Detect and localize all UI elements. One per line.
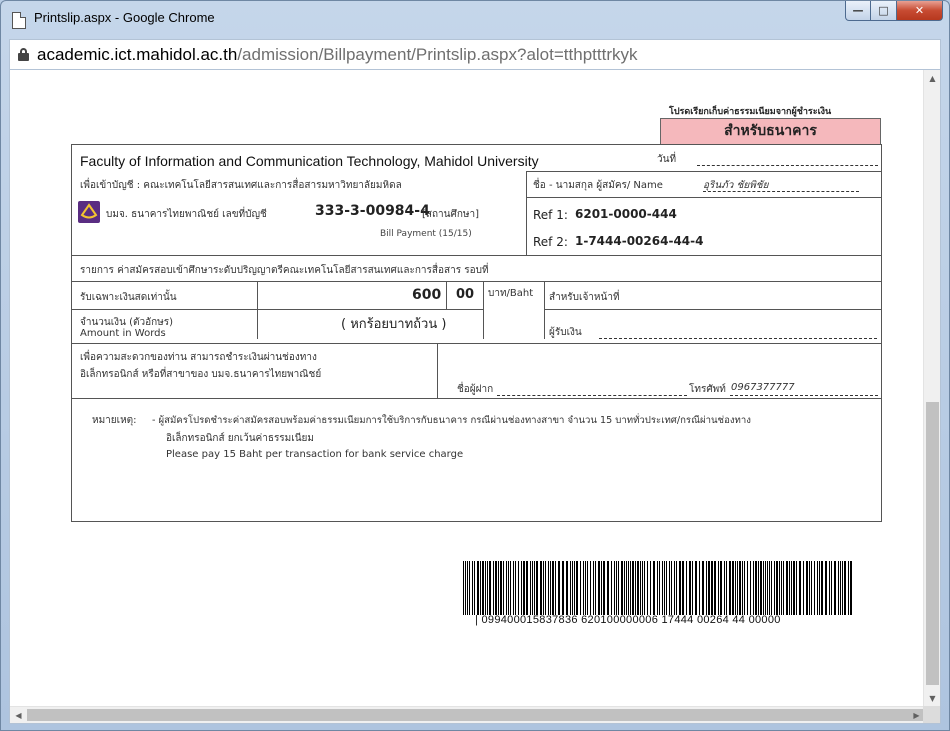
vertical-scroll-thumb[interactable] (926, 402, 939, 685)
close-icon: ✕ (914, 4, 925, 17)
account-number: 333-3-00984-4 (315, 203, 430, 219)
row-line-3a (72, 309, 483, 310)
scrollbar-corner (923, 706, 940, 723)
officer-label: สำหรับเจ้าหน้าที่ (549, 292, 620, 303)
convenience-line1: เพื่อความสะดวกของท่าน สามารถชำระเงินผ่าน… (80, 352, 317, 363)
bank-copy-label: สำหรับธนาคาร (660, 118, 881, 145)
phone-line (730, 395, 878, 396)
depositor-label: ชื่อผู้ฝาก (457, 384, 494, 395)
account-for: เพื่อเข้าบัญชี : คณะเทคโนโลยีสารสนเทศและ… (80, 180, 402, 191)
convenience-line2: อิเล็กทรอนิกส์ หรือที่สาขาของ บมจ.ธนาคาร… (80, 369, 322, 380)
remark-line1: - ผู้สมัครโปรดชำระค่าสมัครสอบพร้อมค่าธรร… (152, 415, 751, 426)
depositor-line (497, 395, 687, 396)
title-bar[interactable]: Printslip.aspx - Google Chrome — □ ✕ (1, 1, 949, 39)
remark-line3: Please pay 15 Baht per transaction for b… (166, 449, 464, 460)
barcode-icon (461, 561, 857, 615)
fee-notice: โปรดเรียกเก็บค่าธรรมเนียมจากผู้ชำระเงิน (669, 107, 832, 117)
ref1-value: 6201-0000-444 (575, 207, 677, 221)
receiver-line (599, 338, 877, 339)
info-divider (526, 171, 527, 255)
url-text[interactable]: academic.ict.mahidol.ac.th/admission/Bil… (37, 45, 637, 65)
minimize-icon: — (852, 4, 864, 17)
account-type: [สถานศึกษา] (422, 209, 480, 220)
date-label: วันที่ (657, 154, 677, 165)
item-description: รายการ ค่าสมัครสอบเข้าศึกษาระดับปริญญาตร… (80, 265, 489, 276)
cash-only: รับเฉพาะเงินสดเท่านั้น (80, 292, 177, 303)
page-viewport: โปรดเรียกเก็บค่าธรรมเนียมจากผู้ชำระเงิน … (9, 69, 941, 724)
col-line-e (437, 343, 438, 398)
applicant-line (703, 191, 859, 192)
row-line-3b (544, 309, 882, 310)
amount-satang: 00 (456, 287, 475, 302)
date-line (697, 165, 878, 166)
info-top-line (526, 171, 882, 172)
scroll-up-icon[interactable]: ▲ (924, 70, 940, 87)
scb-logo-icon (78, 201, 100, 223)
row-line-1 (72, 255, 882, 256)
ref2-label: Ref 2: (533, 235, 568, 249)
url-path: /admission/Billpayment/Printslip.aspx?al… (237, 45, 638, 64)
browser-window: Printslip.aspx - Google Chrome — □ ✕ aca… (0, 0, 950, 731)
remark-label: หมายเหตุ: (92, 415, 137, 426)
phone-label: โทรศัพท์ (689, 384, 726, 395)
ref1-label: Ref 1: (533, 208, 568, 222)
scroll-left-icon[interactable]: ◀ (10, 707, 27, 723)
payment-slip: โปรดเรียกเก็บค่าธรรมเนียมจากผู้ชำระเงิน … (10, 70, 925, 708)
row-line-5 (72, 398, 882, 399)
amount-baht: 600 (412, 287, 442, 303)
amount-words-value: ( หกร้อยบาทถ้วน ) (341, 317, 447, 332)
maximize-icon: □ (878, 4, 889, 17)
phone-value: 0967377777 (731, 382, 795, 393)
bank-name: บมจ. ธนาคารไทยพาณิชย์ เลขที่บัญชี (106, 209, 267, 220)
row-line-4 (72, 343, 882, 344)
scroll-down-icon[interactable]: ▼ (924, 690, 940, 707)
lock-icon (18, 48, 29, 61)
address-bar[interactable]: academic.ict.mahidol.ac.th/admission/Bil… (9, 39, 941, 69)
receiver-label: ผู้รับเงิน (549, 327, 582, 338)
applicant-label: ชื่อ - นามสกุล ผู้สมัคร/ Name (533, 180, 663, 191)
window-title: Printslip.aspx - Google Chrome (34, 10, 215, 25)
slip-form: Faculty of Information and Communication… (71, 144, 882, 522)
ref2-value: 1-7444-00264-44-4 (575, 234, 704, 248)
page-icon (12, 12, 26, 29)
barcode-text: | 099400015837836 620100000006 17444 002… (475, 614, 781, 626)
faculty-name: Faculty of Information and Communication… (80, 153, 539, 169)
col-line-b (446, 281, 447, 309)
vertical-scrollbar[interactable]: ▲ ▼ (923, 70, 940, 707)
url-host: academic.ict.mahidol.ac.th (37, 45, 238, 64)
col-line-d (544, 281, 545, 339)
horizontal-scrollbar[interactable]: ◀ ▶ (10, 706, 940, 723)
close-button[interactable]: ✕ (897, 1, 943, 21)
minimize-button[interactable]: — (845, 1, 871, 21)
maximize-button[interactable]: □ (871, 1, 897, 21)
window-controls: — □ ✕ (845, 1, 943, 21)
horizontal-scroll-thumb[interactable] (27, 709, 925, 721)
currency-label: บาท/Baht (488, 288, 534, 299)
row-line-2 (72, 281, 882, 282)
col-line-a (257, 281, 258, 339)
bill-payment: Bill Payment (15/15) (380, 229, 472, 239)
remark-line2: อิเล็กทรอนิกส์ ยกเว้นค่าธรรมเนียม (166, 433, 314, 444)
amount-words-en: Amount in Words (80, 328, 166, 339)
col-line-c (483, 281, 484, 339)
info-mid-line (526, 197, 882, 198)
